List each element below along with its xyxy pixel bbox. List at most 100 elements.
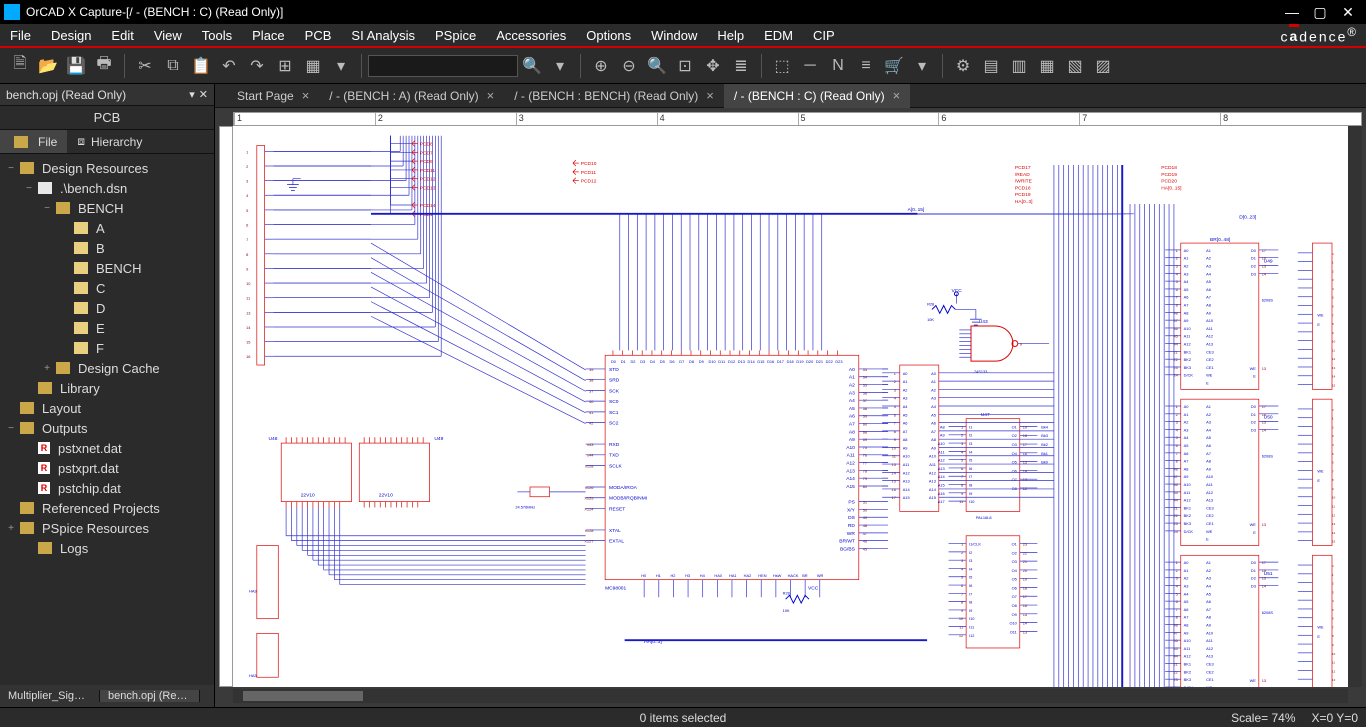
scrollbar-vertical[interactable] (1348, 126, 1362, 687)
bottom-tab[interactable]: bench.opj (Read… (100, 690, 200, 702)
cut-icon[interactable]: ✂ (133, 54, 157, 78)
menu-pcb[interactable]: PCB (295, 28, 342, 43)
menu-design[interactable]: Design (41, 28, 101, 43)
save-icon[interactable]: 💾 (64, 54, 88, 78)
open-icon[interactable]: 📂 (36, 54, 60, 78)
menu-cip[interactable]: CIP (803, 28, 845, 43)
redo-icon[interactable]: ↷ (245, 54, 269, 78)
tree-item[interactable]: Rpstxprt.dat (0, 458, 214, 478)
tree-item[interactable]: A (0, 218, 214, 238)
tool-icon[interactable]: ▨ (1091, 54, 1115, 78)
zoom-in-icon[interactable]: ⊕ (589, 54, 613, 78)
tree-item[interactable]: Referenced Projects (0, 498, 214, 518)
drop-icon[interactable]: ▾ (910, 54, 934, 78)
tree-item[interactable]: +Design Cache (0, 358, 214, 378)
menu-window[interactable]: Window (641, 28, 707, 43)
menu-help[interactable]: Help (707, 28, 754, 43)
search-icon[interactable]: 🔍 (520, 54, 544, 78)
document-tab[interactable]: Start Page× (227, 84, 319, 108)
tree-item[interactable]: E (0, 318, 214, 338)
zoom-area-icon[interactable]: 🔍 (645, 54, 669, 78)
menu-place[interactable]: Place (242, 28, 295, 43)
close-button[interactable]: ✕ (1334, 4, 1362, 21)
tree-item[interactable]: C (0, 278, 214, 298)
paste-icon[interactable]: 📋 (189, 54, 213, 78)
subtab-file[interactable]: File (0, 130, 67, 153)
scroll-thumb[interactable] (243, 691, 363, 701)
tree-item[interactable]: −BENCH (0, 198, 214, 218)
document-tab[interactable]: / - (BENCH : A) (Read Only)× (319, 84, 504, 108)
bottom-tab[interactable]: Multiplier_Sig_p… (0, 690, 100, 702)
menu-si[interactable]: SI Analysis (341, 28, 425, 43)
tree-item[interactable]: −Design Resources (0, 158, 214, 178)
close-tab-icon[interactable]: × (893, 88, 901, 103)
pan-icon[interactable]: ✥ (701, 54, 725, 78)
place-wire-icon[interactable]: ─ (798, 54, 822, 78)
menu-view[interactable]: View (144, 28, 192, 43)
sidebar-mode[interactable]: PCB (0, 106, 214, 130)
svg-text:24: 24 (1174, 373, 1179, 378)
subtab-hierarchy[interactable]: ⧈Hierarchy (67, 130, 152, 153)
search-input[interactable] (368, 55, 518, 77)
close-tab-icon[interactable]: × (706, 88, 714, 103)
schematic-canvas[interactable]: 123456789101113141516PCD8PCD7PCD9PCD11PC… (233, 126, 1348, 687)
tree-item[interactable]: Library (0, 378, 214, 398)
maximize-button[interactable]: ▢ (1306, 4, 1334, 21)
layers-icon[interactable]: ≣ (729, 54, 753, 78)
tree-item[interactable]: Layout (0, 398, 214, 418)
tree-item[interactable]: Logs (0, 538, 214, 558)
new-icon[interactable]: 🗎 (8, 54, 32, 78)
menu-edm[interactable]: EDM (754, 28, 803, 43)
menu-edit[interactable]: Edit (101, 28, 143, 43)
svg-text:1: 1 (1332, 417, 1334, 421)
cart-icon[interactable]: 🛒 (882, 54, 906, 78)
tree-item[interactable]: −Outputs (0, 418, 214, 438)
svg-text:PCD19: PCD19 (1015, 192, 1031, 198)
tree-item[interactable]: Rpstxnet.dat (0, 438, 214, 458)
tool-icon[interactable]: ▦ (1035, 54, 1059, 78)
tool-icon[interactable]: ▤ (979, 54, 1003, 78)
tree-item[interactable]: BENCH (0, 258, 214, 278)
svg-text:A0: A0 (1184, 404, 1190, 409)
document-tab[interactable]: / - (BENCH : BENCH) (Read Only)× (504, 84, 724, 108)
scrollbar-horizontal[interactable] (233, 689, 1348, 703)
menu-pspice[interactable]: PSpice (425, 28, 486, 43)
copy-icon[interactable]: ⧉ (161, 54, 185, 78)
svg-text:76: 76 (863, 453, 867, 458)
tree-item[interactable]: D (0, 298, 214, 318)
minimize-button[interactable]: — (1278, 4, 1306, 20)
drop-icon[interactable]: ▾ (548, 54, 572, 78)
svg-text:A8: A8 (1184, 466, 1189, 471)
tree-item[interactable]: F (0, 338, 214, 358)
pin-icon[interactable]: ▾ (189, 88, 195, 101)
menu-file[interactable]: File (0, 28, 41, 43)
undo-icon[interactable]: ↶ (217, 54, 241, 78)
menu-options[interactable]: Options (576, 28, 641, 43)
grid-icon[interactable]: ⊞ (273, 54, 297, 78)
tool-icon[interactable]: ▥ (1007, 54, 1031, 78)
place-bus-icon[interactable]: ≡ (854, 54, 878, 78)
tree-item[interactable]: Rpstchip.dat (0, 478, 214, 498)
place-net-icon[interactable]: N (826, 54, 850, 78)
drop-icon[interactable]: ▾ (329, 54, 353, 78)
menu-accessories[interactable]: Accessories (486, 28, 576, 43)
close-panel-icon[interactable]: ✕ (199, 88, 208, 101)
zoom-fit-icon[interactable]: ⊡ (673, 54, 697, 78)
project-tree[interactable]: −Design Resources−.\bench.dsn−BENCHABBEN… (0, 154, 214, 685)
zoom-out-icon[interactable]: ⊖ (617, 54, 641, 78)
close-tab-icon[interactable]: × (302, 88, 310, 103)
place-part-icon[interactable]: ⬚ (770, 54, 794, 78)
svg-text:BK3: BK3 (1184, 521, 1191, 526)
document-tab[interactable]: / - (BENCH : C) (Read Only)× (724, 84, 910, 108)
tool-icon[interactable]: ⚙ (951, 54, 975, 78)
print-icon[interactable]: 🖶 (92, 54, 116, 78)
close-tab-icon[interactable]: × (487, 88, 495, 103)
svg-text:A8: A8 (940, 424, 945, 429)
select-icon[interactable]: ▦ (301, 54, 325, 78)
menu-tools[interactable]: Tools (192, 28, 242, 43)
tree-item[interactable]: B (0, 238, 214, 258)
tool-icon[interactable]: ▧ (1063, 54, 1087, 78)
tree-item[interactable]: +PSpice Resources (0, 518, 214, 538)
tree-item[interactable]: −.\bench.dsn (0, 178, 214, 198)
svg-text:A4: A4 (903, 404, 909, 409)
